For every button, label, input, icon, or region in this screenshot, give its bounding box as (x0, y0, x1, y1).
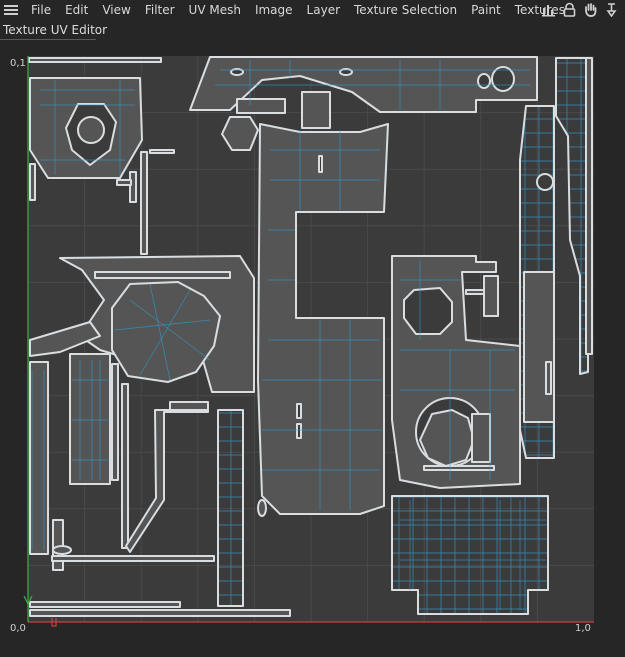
lock-icon[interactable] (562, 2, 577, 17)
menu-bar: File Edit View Filter UV Mesh Image Laye… (0, 0, 625, 20)
uv-island-center-slot-3 (296, 423, 302, 439)
uv-island-left-pill[interactable] (52, 545, 72, 555)
menu-paint[interactable]: Paint (464, 3, 508, 17)
uv-island-right-bar-h[interactable] (423, 465, 495, 471)
uv-island-left-block[interactable] (69, 353, 111, 485)
menu-layer[interactable]: Layer (300, 3, 347, 17)
uv-island-flat-bar-2[interactable] (51, 555, 215, 562)
uv-island-left-column[interactable] (29, 361, 49, 555)
uv-island-right-column-hole (536, 173, 554, 191)
uv-island-flat-bar-1[interactable] (169, 401, 209, 411)
uv-island-bar-v3[interactable] (29, 163, 36, 201)
uv-island-top-strip-hole-3 (477, 73, 491, 89)
uv-island-right-column-strip[interactable] (523, 271, 555, 423)
menu-view[interactable]: View (95, 3, 137, 17)
uv-island-left-strip-1[interactable] (111, 363, 119, 481)
uv-island-right-small-bar[interactable] (465, 289, 485, 295)
hamburger-menu-icon[interactable] (4, 5, 18, 15)
uv-island-top-thin-bar[interactable] (28, 57, 162, 63)
pin-icon[interactable] (604, 2, 619, 17)
uv-island-left-strip-3[interactable] (52, 519, 64, 571)
menu-uv-mesh[interactable]: UV Mesh (182, 3, 248, 17)
hand-icon[interactable] (583, 2, 598, 17)
uv-island-left-strip-2[interactable] (121, 383, 129, 549)
bar-chart-icon[interactable] (541, 2, 556, 17)
uv-island-bottom-bar-2[interactable] (29, 609, 291, 617)
menu-filter[interactable]: Filter (138, 3, 182, 17)
toolbar-icons (541, 2, 619, 17)
menu-image[interactable]: Image (248, 3, 300, 17)
uv-island-bar-h-1[interactable] (149, 149, 175, 154)
uv-island-right-small-bracket[interactable] (483, 275, 499, 317)
menu-file[interactable]: File (24, 3, 58, 17)
uv-viewport[interactable] (0, 40, 625, 657)
uv-island-bar-small-1[interactable] (116, 179, 132, 186)
uv-island-right-tiny[interactable] (545, 361, 552, 395)
uv-island-mid-bar[interactable] (94, 271, 231, 279)
uv-island-vertical-panel[interactable] (217, 409, 244, 607)
uv-island-center-slot-2 (296, 403, 302, 419)
uv-island-top-strip-hole-4 (491, 66, 515, 92)
uv-island-right-octagon-hole (403, 287, 453, 335)
menu-edit[interactable]: Edit (58, 3, 95, 17)
uv-island-far-right-bar[interactable] (585, 57, 593, 355)
uv-island-bar-v1[interactable] (140, 151, 148, 255)
uv-island-small-square-1[interactable] (236, 98, 286, 114)
uv-island-bar-v2[interactable] (129, 171, 137, 203)
menu-texture-selection[interactable]: Texture Selection (347, 3, 464, 17)
uv-island-center-slot-1 (318, 155, 323, 173)
uv-island-top-left-ring (77, 116, 105, 144)
uv-island-bottom-bar-1[interactable] (29, 601, 181, 608)
uv-island-center-tall[interactable] (257, 123, 389, 515)
uv-island-small-square-2[interactable] (301, 91, 331, 129)
uv-island-right-detail[interactable] (471, 413, 491, 463)
uv-island-oval-small[interactable] (257, 499, 267, 517)
panel-title: Texture UV Editor (3, 23, 108, 37)
